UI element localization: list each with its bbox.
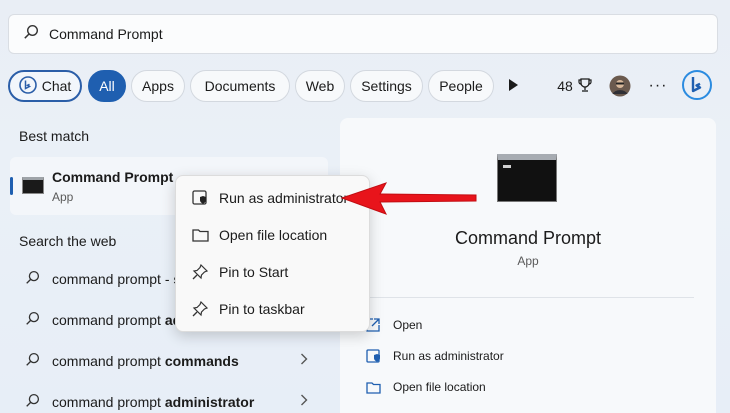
tab-web-label: Web [305, 78, 335, 94]
web-suggestion-text: command prompt ad [52, 312, 181, 328]
chevron-right-icon [300, 352, 308, 370]
chat-button[interactable]: Chat [8, 70, 82, 102]
annotation-arrow [340, 180, 480, 225]
tab-people-label: People [439, 78, 483, 94]
search-icon [25, 393, 40, 411]
chat-label: Chat [41, 78, 72, 94]
search-bar[interactable] [8, 14, 718, 54]
run-as-admin-label: Run as administrator [393, 349, 504, 363]
tab-documents[interactable]: Documents [190, 70, 290, 102]
run-as-admin-action[interactable]: Run as administrator [366, 344, 504, 368]
play-icon [508, 78, 518, 94]
best-match-title: Command Prompt [52, 169, 174, 185]
menu-item-pin-to-start[interactable]: Pin to Start [180, 255, 366, 289]
tab-apps[interactable]: Apps [131, 70, 185, 102]
details-subtitle: App [517, 254, 539, 268]
bing-icon [18, 75, 37, 97]
search-icon [25, 270, 40, 288]
suggestion-bold: commands [164, 353, 239, 369]
menu-item-label: Run as administrator [219, 190, 349, 206]
search-icon [25, 311, 40, 329]
more-icon: ··· [648, 77, 668, 94]
menu-item-run-as-administrator[interactable]: Run as administrator [180, 181, 366, 215]
search-icon [25, 352, 40, 370]
menu-item-label: Open file location [219, 227, 328, 243]
web-suggestion-text: command prompt administrator [52, 394, 254, 410]
web-suggestion-item[interactable]: command prompt commands [10, 344, 328, 378]
best-match-heading: Best match [19, 128, 90, 144]
command-prompt-icon [497, 154, 557, 202]
web-suggestion-text: command prompt commands [52, 353, 239, 369]
points-value: 48 [557, 78, 573, 94]
bing-icon [682, 69, 712, 103]
menu-item-label: Pin to Start [219, 264, 289, 280]
shield-icon [192, 190, 208, 206]
details-title: Command Prompt [454, 228, 602, 248]
divider [362, 297, 694, 298]
tab-documents-label: Documents [204, 78, 276, 94]
pin-icon [192, 264, 208, 280]
tab-all[interactable]: All [88, 70, 126, 102]
open-file-location-label: Open file location [393, 380, 486, 394]
tab-settings[interactable]: Settings [350, 70, 423, 102]
web-suggestion-text: command prompt - s [52, 271, 181, 287]
menu-item-label: Pin to taskbar [219, 301, 305, 317]
tab-all-label: All [99, 78, 115, 94]
chevron-right-icon [300, 393, 308, 411]
tab-apps-label: Apps [142, 78, 174, 94]
selection-indicator [10, 177, 13, 195]
avatar[interactable] [608, 70, 632, 102]
search-input[interactable] [49, 26, 649, 42]
rewards-points-button[interactable]: 48 [552, 70, 598, 102]
tab-web[interactable]: Web [295, 70, 345, 102]
folder-icon [192, 228, 209, 242]
open-action[interactable]: Open [366, 313, 422, 337]
open-label: Open [393, 318, 423, 332]
search-icon [23, 24, 49, 45]
menu-item-pin-to-taskbar[interactable]: Pin to taskbar [180, 292, 366, 326]
tab-people[interactable]: People [428, 70, 494, 102]
trophy-icon [577, 77, 593, 96]
suggestion-plain: command prompt [52, 312, 165, 328]
best-match-subtitle: App [52, 190, 74, 204]
suggestion-bold: administrator [164, 394, 255, 410]
details-panel: Command Prompt App Open Run as administr… [340, 118, 716, 413]
suggestion-plain: command prompt [52, 394, 165, 410]
open-file-location-action[interactable]: Open file location [366, 375, 486, 399]
pin-icon [192, 301, 208, 317]
bing-button[interactable] [680, 69, 714, 103]
web-suggestion-item[interactable]: command prompt administrator [10, 385, 328, 413]
suggestion-plain: command prompt - [52, 271, 174, 287]
tab-settings-label: Settings [361, 78, 412, 94]
command-prompt-icon [22, 177, 44, 194]
more-options-button[interactable]: ··· [646, 70, 670, 102]
search-web-heading: Search the web [19, 233, 117, 249]
folder-icon [366, 381, 382, 394]
shield-icon [366, 348, 382, 364]
suggestion-plain: command prompt [52, 353, 165, 369]
play-more-filters-button[interactable] [504, 70, 522, 102]
filter-bar: Chat All Apps Documents Web Settings Peo… [8, 69, 722, 103]
menu-item-open-file-location[interactable]: Open file location [180, 218, 366, 252]
